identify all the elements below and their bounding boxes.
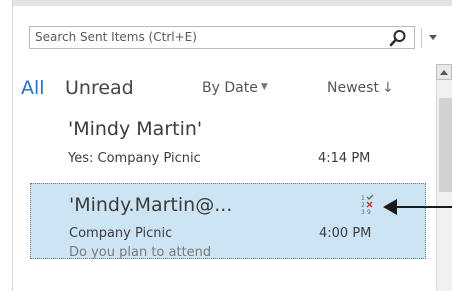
voting-icon[interactable]: 1 2 3 9 xyxy=(361,194,375,216)
search-placeholder: Search Sent Items (Ctrl+E) xyxy=(35,30,197,44)
search-input[interactable]: Search Sent Items (Ctrl+E) xyxy=(29,26,415,49)
search-icon[interactable] xyxy=(389,29,407,47)
message-sender: 'Mindy Martin' xyxy=(68,118,203,140)
sort-by-dropdown[interactable]: By Date ▼ xyxy=(202,80,268,96)
scroll-thumb[interactable] xyxy=(439,98,452,192)
sort-order-toggle[interactable]: Newest ↓ xyxy=(327,80,394,96)
arrow-up-icon xyxy=(440,70,448,75)
svg-text:2: 2 xyxy=(361,202,365,209)
search-divider xyxy=(421,28,422,48)
sort-by-label: By Date xyxy=(202,80,258,96)
message-list-item-selected[interactable]: 'Mindy.Martin@... Company Picnic 4:00 PM… xyxy=(30,183,426,260)
callout-arrow-icon xyxy=(383,199,397,215)
message-subject: Yes: Company Picnic xyxy=(68,151,201,166)
filter-unread[interactable]: Unread xyxy=(65,77,134,99)
scroll-up-button[interactable] xyxy=(436,64,452,80)
message-time: 4:14 PM xyxy=(318,151,371,166)
message-preview: Do you plan to attend xyxy=(69,245,212,260)
callout-arrow-line xyxy=(395,206,452,208)
svg-text:9: 9 xyxy=(367,209,371,216)
sort-order-label: Newest xyxy=(327,80,379,96)
svg-text:3: 3 xyxy=(361,209,365,216)
message-list-item[interactable]: 'Mindy Martin' Yes: Company Picnic 4:14 … xyxy=(0,113,430,177)
message-subject: Company Picnic xyxy=(69,226,173,241)
chevron-down-icon: ▼ xyxy=(260,82,268,92)
window-top-edge xyxy=(0,0,452,6)
filter-bar: All Unread By Date ▼ Newest ↓ xyxy=(0,70,430,100)
search-scope-chevron-down-icon[interactable] xyxy=(428,30,438,44)
arrow-down-icon: ↓ xyxy=(381,80,394,96)
message-time: 4:00 PM xyxy=(319,226,372,241)
filter-all[interactable]: All xyxy=(21,77,45,99)
message-sender: 'Mindy.Martin@... xyxy=(69,194,233,216)
svg-text:1: 1 xyxy=(361,195,365,202)
